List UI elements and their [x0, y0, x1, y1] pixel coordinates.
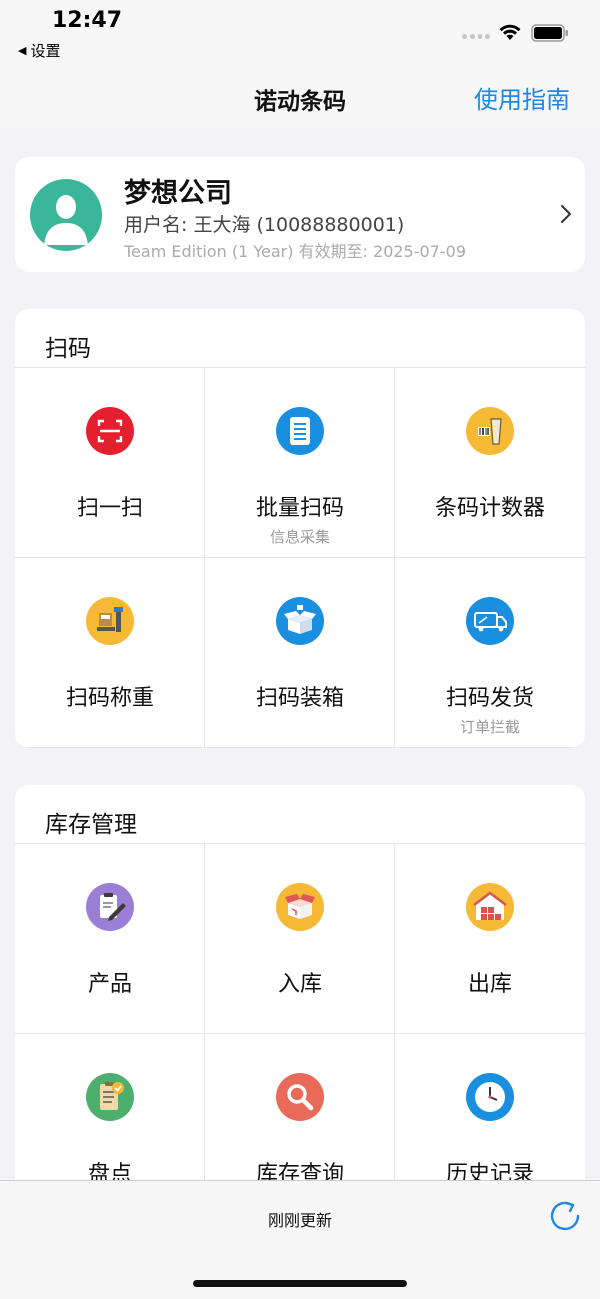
scan-weigh-label: 扫码称重 [65, 686, 154, 711]
inbound-label: 入库 [277, 972, 322, 997]
scan-section-title: 扫码 [45, 336, 91, 362]
outbound-label: 出库 [467, 972, 512, 997]
scan-frame-icon [86, 407, 134, 455]
product-item[interactable]: 产品 [15, 844, 205, 1034]
truck-icon [466, 597, 514, 645]
scan-weigh-item[interactable]: 扫码称重 [15, 558, 205, 748]
scan-section: 扫码 扫一扫 批量扫码 信息采集 条码计数器 扫码称重 扫码装箱 扫码发货 订单… [15, 309, 585, 748]
person-icon [44, 195, 88, 245]
warehouse-icon [466, 883, 514, 931]
bottom-toolbar: 刚刚更新 [0, 1180, 600, 1299]
back-label: 设置 [30, 42, 61, 60]
back-to-settings-link[interactable]: ◀ 设置 [18, 40, 60, 61]
scan-pack-item[interactable]: 扫码装箱 [205, 558, 395, 748]
user-guide-button[interactable]: 使用指南 [474, 80, 570, 115]
product-label: 产品 [87, 972, 132, 997]
scan-pack-label: 扫码装箱 [255, 686, 344, 711]
avatar [30, 179, 102, 251]
magnifier-icon [276, 1073, 324, 1121]
navigation-bar: 诺动条码 使用指南 [0, 66, 600, 128]
clipboard-check-icon [86, 1073, 134, 1121]
scan-ship-sublabel: 订单拦截 [459, 718, 520, 736]
box-icon [276, 883, 324, 931]
barcode-scanner-icon [466, 407, 514, 455]
cellular-signal-icon [462, 34, 490, 40]
scan-label: 扫一扫 [76, 496, 143, 521]
username-text: 用户名: 王大海 (10088880001) [124, 214, 405, 236]
batch-scan-item[interactable]: 批量扫码 信息采集 [205, 368, 395, 558]
chevron-right-icon [561, 205, 571, 223]
status-time: 12:47 [52, 8, 123, 33]
scan-item[interactable]: 扫一扫 [15, 368, 205, 558]
document-list-icon [276, 407, 324, 455]
batch-scan-label: 批量扫码 [255, 496, 344, 521]
battery-icon [531, 24, 568, 42]
scan-ship-label: 扫码发货 [445, 686, 534, 711]
edit-document-icon [86, 883, 134, 931]
home-indicator[interactable] [193, 1280, 407, 1287]
clock-icon [466, 1073, 514, 1121]
back-triangle-icon: ◀ [18, 44, 27, 57]
scan-ship-item[interactable]: 扫码发货 订单拦截 [395, 558, 585, 748]
account-card[interactable]: 梦想公司 用户名: 王大海 (10088880001) Team Edition… [15, 157, 585, 272]
barcode-counter-item[interactable]: 条码计数器 [395, 368, 585, 558]
outbound-item[interactable]: 出库 [395, 844, 585, 1034]
update-status-text: 刚刚更新 [267, 1211, 332, 1230]
open-box-icon [276, 597, 324, 645]
barcode-counter-label: 条码计数器 [434, 496, 545, 521]
license-text: Team Edition (1 Year) 有效期至: 2025-07-09 [124, 242, 466, 261]
stock-section-title: 库存管理 [45, 812, 137, 838]
wifi-icon [499, 24, 521, 40]
company-name: 梦想公司 [124, 178, 232, 209]
refresh-icon[interactable] [546, 1197, 584, 1235]
status-bar: 12:47 ◀ 设置 [0, 0, 600, 66]
inbound-item[interactable]: 入库 [205, 844, 395, 1034]
scale-icon [86, 597, 134, 645]
scan-grid: 扫一扫 批量扫码 信息采集 条码计数器 扫码称重 扫码装箱 扫码发货 订单拦截 [15, 367, 585, 748]
batch-scan-sublabel: 信息采集 [269, 528, 330, 546]
stock-grid: 产品 入库 出库 盘点 库存查询 历史记录 [15, 843, 585, 1224]
